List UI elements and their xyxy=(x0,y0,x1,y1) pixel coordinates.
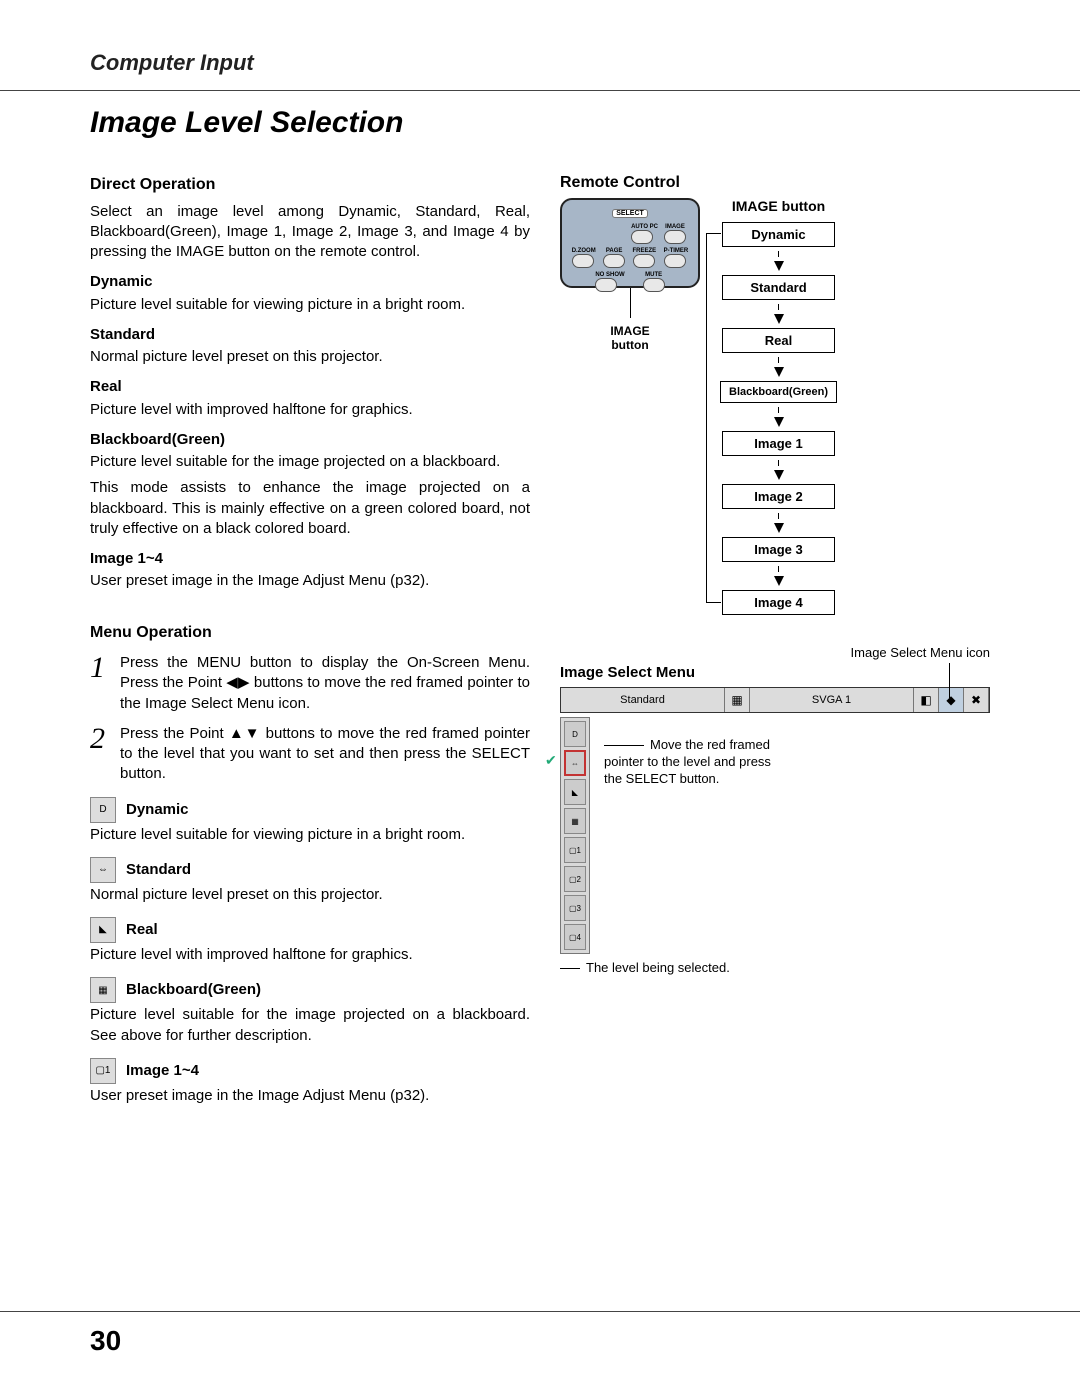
remote-noshow-button xyxy=(595,278,617,292)
direct-item-body: User preset image in the Image Adjust Me… xyxy=(90,571,530,591)
ism-bar-icon: ▦ xyxy=(725,688,750,712)
ism-icon-caption: Image Select Menu icon xyxy=(560,645,990,660)
direct-item-title: Blackboard(Green) xyxy=(90,430,530,450)
menu-item-body: User preset image in the Image Adjust Me… xyxy=(90,1086,530,1106)
remote-mute-button xyxy=(643,278,665,292)
remote-page-button xyxy=(603,254,625,268)
menu-item-title: Blackboard(Green) xyxy=(126,980,261,1000)
flow-step: Real xyxy=(722,328,835,353)
flow-step: Blackboard(Green) xyxy=(720,381,837,403)
menu-item-title: Dynamic xyxy=(126,800,189,820)
ism-bar-icon: ◧ xyxy=(914,688,939,712)
step-number: 1 xyxy=(90,653,120,683)
ism-footnote-text: The level being selected. xyxy=(586,960,730,975)
image-preset-icon: ▢1 xyxy=(90,1058,116,1084)
ism-item: ▢1 xyxy=(564,837,586,863)
flow-step: Image 4 xyxy=(722,590,835,615)
remote-key-label: AUTO PC xyxy=(631,224,658,230)
remote-key-label: IMAGE xyxy=(664,224,686,230)
ism-menubar: Standard ▦ SVGA 1 ◧ ◆ ✖ xyxy=(560,687,990,713)
remote-image-button xyxy=(664,230,686,244)
direct-item-title: Real xyxy=(90,377,530,397)
direct-operation-intro: Select an image level among Dynamic, Sta… xyxy=(90,202,530,263)
ism-item-selected: ⇔ xyxy=(564,750,586,776)
menu-item-body: Picture level suitable for the image pro… xyxy=(90,1005,530,1046)
flow-title: IMAGE button xyxy=(732,198,825,214)
chapter-heading: Computer Input xyxy=(90,50,990,76)
ism-note: Move the red framed pointer to the level… xyxy=(604,717,784,788)
direct-item-body: Picture level with improved halftone for… xyxy=(90,400,530,420)
menu-item-body: Picture level with improved halftone for… xyxy=(90,945,530,965)
direct-item-title: Standard xyxy=(90,325,530,345)
ism-bar-mode: Standard xyxy=(561,688,725,712)
flow-step: Standard xyxy=(722,275,835,300)
remote-freeze-button xyxy=(633,254,655,268)
menu-item-body: Picture level suitable for viewing pictu… xyxy=(90,825,530,845)
direct-item-title: Dynamic xyxy=(90,272,530,292)
ism-footnote: The level being selected. xyxy=(560,960,990,975)
image-button-flow: IMAGE button Dynamic Standard Real Black… xyxy=(720,198,837,615)
ism-item: ▢4 xyxy=(564,924,586,950)
direct-item-body: Normal picture level preset on this proj… xyxy=(90,347,530,367)
direct-item-title: Image 1~4 xyxy=(90,549,530,569)
bottom-rule xyxy=(0,1311,1080,1312)
step-body: Press the MENU button to display the On-… xyxy=(120,653,530,714)
menu-operation-heading: Menu Operation xyxy=(90,622,530,644)
remote-key-label: MUTE xyxy=(643,272,665,278)
remote-autopc-button xyxy=(631,230,653,244)
remote-key-label: P-TIMER xyxy=(664,248,689,254)
menu-item-title: Standard xyxy=(126,860,191,880)
remote-image-button-caption: IMAGE button xyxy=(560,324,700,353)
top-rule xyxy=(0,90,1080,91)
flow-step: Image 2 xyxy=(722,484,835,509)
callout-line xyxy=(949,663,950,698)
remote-key-label: D.ZOOM xyxy=(572,248,596,254)
callout-line xyxy=(604,745,644,746)
direct-operation-heading: Direct Operation xyxy=(90,174,530,196)
callout-line xyxy=(630,288,631,318)
page-number: 30 xyxy=(90,1325,121,1357)
blackboard-icon: ▦ xyxy=(90,977,116,1003)
ism-bar-icon-selected: ◆ xyxy=(939,688,964,712)
ism-item: ▦ xyxy=(564,808,586,834)
check-icon: ✔ xyxy=(545,752,557,769)
remote-key-label: FREEZE xyxy=(633,248,657,254)
flow-loop-line xyxy=(706,233,721,603)
flow-step: Image 1 xyxy=(722,431,835,456)
flow-step: Image 3 xyxy=(722,537,835,562)
menu-item-title: Image 1~4 xyxy=(126,1061,199,1081)
remote-key-label: PAGE xyxy=(603,248,625,254)
ism-item: ◣ xyxy=(564,779,586,805)
remote-select-label: SELECT xyxy=(612,209,648,218)
ism-bar-icon: ✖ xyxy=(964,688,989,712)
menu-item-title: Real xyxy=(126,920,158,940)
ism-item: ▢3 xyxy=(564,895,586,921)
ism-bar-signal: SVGA 1 xyxy=(750,688,914,712)
remote-dzoom-button xyxy=(572,254,594,268)
step-number: 2 xyxy=(90,724,120,754)
step-body: Press the Point ▲▼ buttons to move the r… xyxy=(120,724,530,785)
ism-heading: Image Select Menu xyxy=(560,664,990,681)
direct-item-body2: This mode assists to enhance the image p… xyxy=(90,478,530,539)
remote-control-figure: SELECT AUTO PC IMAGE xyxy=(560,198,700,353)
standard-icon: ⇔ xyxy=(90,857,116,883)
remote-control-heading: Remote Control xyxy=(560,174,990,192)
remote-ptimer-button xyxy=(664,254,686,268)
flow-step: Dynamic xyxy=(722,222,835,247)
menu-item-body: Normal picture level preset on this proj… xyxy=(90,885,530,905)
real-icon: ◣ xyxy=(90,917,116,943)
ism-item: D xyxy=(564,721,586,747)
callout-line xyxy=(560,968,580,969)
section-title: Image Level Selection xyxy=(90,106,990,140)
dynamic-icon: D xyxy=(90,797,116,823)
ism-item: ▢2 xyxy=(564,866,586,892)
direct-item-body: Picture level suitable for viewing pictu… xyxy=(90,295,530,315)
remote-key-label: NO SHOW xyxy=(595,272,624,278)
direct-item-body: Picture level suitable for the image pro… xyxy=(90,452,530,472)
ism-sidebar: D ⇔ ◣ ▦ ▢1 ▢2 ▢3 ▢4 xyxy=(560,717,590,954)
